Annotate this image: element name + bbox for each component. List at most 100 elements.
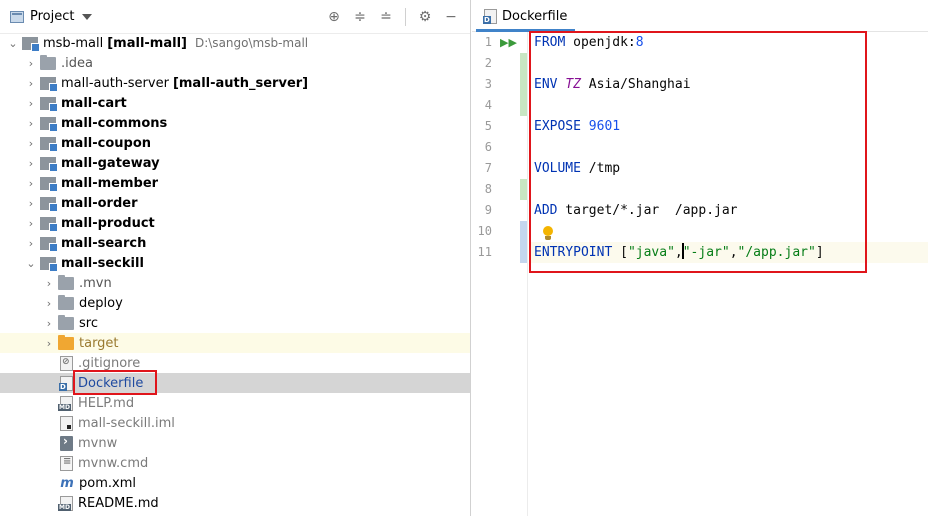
project-header: Project ⊕ ≑ ≐ ⚙ − xyxy=(0,0,470,34)
locate-icon[interactable]: ⊕ xyxy=(325,8,343,26)
chevron-right-icon[interactable]: › xyxy=(24,76,38,90)
tree-item-mall-seckill[interactable]: ⌄ mall-seckill xyxy=(0,253,470,273)
code-number: 9601 xyxy=(588,119,621,134)
collapse-all-icon[interactable]: ≐ xyxy=(377,8,395,26)
chevron-down-icon[interactable]: ⌄ xyxy=(24,256,38,270)
code-string: "-jar" xyxy=(682,245,730,260)
code-text: Asia/Shanghai xyxy=(580,77,691,92)
chevron-right-icon[interactable]: › xyxy=(24,216,38,230)
vcs-changed-marker[interactable] xyxy=(520,221,527,263)
chevron-right-icon[interactable]: › xyxy=(42,296,56,310)
markdown-file-icon xyxy=(58,395,73,411)
keyword-expose: EXPOSE xyxy=(534,119,581,134)
tree-item-mvn[interactable]: › .mvn xyxy=(0,273,470,293)
shell-script-icon xyxy=(60,434,73,451)
tree-item-label: mall-order xyxy=(61,195,138,211)
expand-all-icon[interactable]: ≑ xyxy=(351,8,369,26)
tree-item-auth-server[interactable]: › mall-auth-server [mall-auth_server] xyxy=(0,73,470,93)
code-line-5: EXPOSE 9601 xyxy=(529,116,928,137)
vcs-added-marker[interactable] xyxy=(520,53,527,116)
folder-icon xyxy=(58,274,74,290)
chevron-right-icon[interactable]: › xyxy=(42,316,56,330)
module-folder-icon xyxy=(40,256,58,272)
tree-item-iml[interactable]: mall-seckill.iml xyxy=(0,413,470,433)
tree-item-readme[interactable]: README.md xyxy=(0,493,470,513)
keyword-add: ADD xyxy=(534,203,558,218)
tree-item-mall-search[interactable]: › mall-search xyxy=(0,233,470,253)
chevron-right-icon[interactable]: › xyxy=(24,176,38,190)
module-folder-icon xyxy=(40,176,58,192)
tree-item-mall-product[interactable]: › mall-product xyxy=(0,213,470,233)
excluded-folder-icon xyxy=(58,334,74,350)
tree-item-target[interactable]: › target xyxy=(0,333,470,353)
tree-item-idea[interactable]: › .idea xyxy=(0,53,470,73)
chevron-right-icon[interactable]: › xyxy=(24,236,38,250)
code-string: "/app.jar" xyxy=(737,245,816,260)
gitignore-file-icon xyxy=(60,355,73,371)
project-window-icon xyxy=(10,10,24,23)
hide-icon[interactable]: − xyxy=(442,8,460,26)
editor-gutter[interactable]: 1 2 3 4 5 6 7 8 9 10 11 ▶▶ xyxy=(472,32,528,516)
line-number: 9 xyxy=(484,203,492,217)
tree-item-dockerfile[interactable]: Dockerfile xyxy=(0,373,470,393)
tree-item-pom[interactable]: m pom.xml xyxy=(0,473,470,493)
line-number: 10 xyxy=(477,224,492,238)
tree-item-label: mall-commons xyxy=(61,115,168,131)
folder-icon xyxy=(58,314,74,330)
module-name: [mall-mall] xyxy=(107,35,187,51)
project-view-selector[interactable]: Project xyxy=(30,9,74,24)
tree-item-src[interactable]: › src xyxy=(0,313,470,333)
tab-dockerfile[interactable]: Dockerfile xyxy=(476,4,576,32)
chevron-right-icon[interactable]: › xyxy=(24,116,38,130)
line-number: 6 xyxy=(484,140,492,154)
toolbar-divider xyxy=(405,8,406,26)
tree-item-label: mall-gateway xyxy=(61,155,160,171)
chevron-right-icon[interactable]: › xyxy=(42,276,56,290)
gear-icon[interactable]: ⚙ xyxy=(416,8,434,26)
tree-item-label: mall-search xyxy=(61,235,147,251)
project-toolbar: ⊕ ≑ ≐ ⚙ − xyxy=(325,8,460,26)
run-icon[interactable]: ▶▶ xyxy=(500,37,517,49)
chevron-right-icon[interactable]: › xyxy=(24,56,38,70)
line-number: 4 xyxy=(484,98,492,112)
tree-item-mall-cart[interactable]: › mall-cart xyxy=(0,93,470,113)
module-name: [mall-auth_server] xyxy=(172,75,309,91)
tree-item-root[interactable]: ⌄ msb-mall [mall-mall] D:\sango\msb-mall xyxy=(0,33,470,53)
code-string: "java" xyxy=(627,245,675,260)
tree-item-label: deploy xyxy=(79,295,123,311)
code-area[interactable]: FROM openjdk:8 ENV TZ Asia/Shanghai EXPO… xyxy=(529,32,928,516)
tree-item-label: mall-product xyxy=(61,215,155,231)
tree-item-label: README.md xyxy=(78,495,159,511)
chevron-right-icon[interactable]: › xyxy=(24,196,38,210)
tree-item-mall-member[interactable]: › mall-member xyxy=(0,173,470,193)
code-text: openjdk: xyxy=(565,35,636,50)
tree-item-deploy[interactable]: › deploy xyxy=(0,293,470,313)
project-path: D:\sango\msb-mall xyxy=(194,36,309,50)
tree-item-mall-gateway[interactable]: › mall-gateway xyxy=(0,153,470,173)
keyword-env: ENV xyxy=(534,77,558,92)
line-number: 2 xyxy=(484,56,492,70)
tree-item-mvnw[interactable]: mvnw xyxy=(0,433,470,453)
tree-item-label: mall-seckill.iml xyxy=(78,415,175,431)
tree-item-mvnw-cmd[interactable]: mvnw.cmd xyxy=(0,453,470,473)
line-number: 11 xyxy=(477,245,492,259)
chevron-down-icon[interactable]: ⌄ xyxy=(6,36,20,50)
vcs-added-marker[interactable] xyxy=(520,179,527,200)
tree-item-label: mvnw xyxy=(78,435,118,451)
folder-icon xyxy=(40,54,56,70)
tree-item-label: src xyxy=(79,315,98,331)
code-number: 8 xyxy=(635,35,644,50)
tree-item-mall-order[interactable]: › mall-order xyxy=(0,193,470,213)
module-folder-icon xyxy=(40,116,58,132)
tree-item-help-md[interactable]: HELP.md xyxy=(0,393,470,413)
chevron-right-icon[interactable]: › xyxy=(42,336,56,350)
tree-item-label: mall-seckill xyxy=(61,255,144,271)
lightbulb-icon[interactable] xyxy=(542,226,554,242)
chevron-right-icon[interactable]: › xyxy=(24,96,38,110)
chevron-down-icon[interactable] xyxy=(82,13,93,20)
chevron-right-icon[interactable]: › xyxy=(24,156,38,170)
tree-item-mall-commons[interactable]: › mall-commons xyxy=(0,113,470,133)
chevron-right-icon[interactable]: › xyxy=(24,136,38,150)
tree-item-gitignore[interactable]: .gitignore xyxy=(0,353,470,373)
tree-item-mall-coupon[interactable]: › mall-coupon xyxy=(0,133,470,153)
